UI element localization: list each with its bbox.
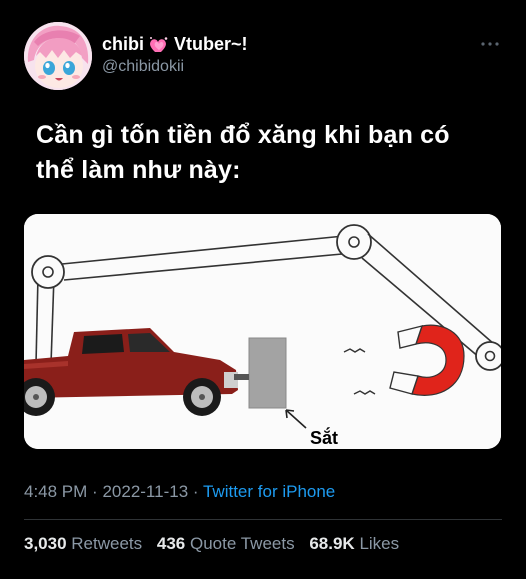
user-handle[interactable]: @chibidokii bbox=[102, 58, 248, 76]
meta-separator: · bbox=[92, 482, 98, 501]
display-name-text: chibi bbox=[102, 34, 145, 54]
sparkling-heart-icon bbox=[150, 36, 168, 52]
divider bbox=[24, 519, 502, 520]
quote-tweets-count: 436 bbox=[156, 534, 186, 553]
tweet-source-link[interactable]: Twitter for iPhone bbox=[203, 482, 335, 501]
tweet-time[interactable]: 4:48 PM bbox=[24, 482, 87, 501]
more-options-button[interactable] bbox=[480, 36, 500, 46]
more-icon bbox=[481, 42, 499, 46]
meta-separator: · bbox=[192, 482, 199, 501]
quote-tweets-label: Quote Tweets bbox=[190, 534, 295, 553]
likes-label: Likes bbox=[359, 534, 400, 553]
user-block: chibi Vtuber~! @chibidokii bbox=[102, 34, 248, 76]
display-name[interactable]: chibi Vtuber~! bbox=[102, 34, 248, 55]
iron-caption: Sắt bbox=[310, 427, 338, 448]
retweets-label: Retweets bbox=[71, 534, 143, 553]
tweet-stats: 3,030 Retweets 436 Quote Tweets 68.9K Li… bbox=[24, 534, 409, 554]
tweet-image[interactable]: Sắt bbox=[24, 214, 501, 449]
avatar-image bbox=[24, 22, 92, 90]
avatar[interactable] bbox=[24, 22, 92, 90]
truck-magnet-drawing: Sắt bbox=[24, 214, 501, 449]
likes-stat[interactable]: 68.9K Likes bbox=[309, 534, 399, 553]
likes-count: 68.9K bbox=[309, 534, 355, 553]
tweet-date[interactable]: 2022-11-13 bbox=[102, 482, 188, 501]
tweet: chibi Vtuber~! @chibidokii Cần gì tốn ti… bbox=[0, 0, 526, 579]
tweet-text: Cần gì tốn tiền đổ xăng khi bạn có thể l… bbox=[36, 121, 450, 184]
retweets-count: 3,030 bbox=[24, 534, 67, 553]
tweet-meta: 4:48 PM · 2022-11-13 · Twitter for iPhon… bbox=[24, 482, 335, 502]
quote-tweets-stat[interactable]: 436 Quote Tweets bbox=[157, 534, 299, 553]
retweets-stat[interactable]: 3,030 Retweets bbox=[24, 534, 147, 553]
display-name-suffix: Vtuber~! bbox=[174, 34, 248, 54]
